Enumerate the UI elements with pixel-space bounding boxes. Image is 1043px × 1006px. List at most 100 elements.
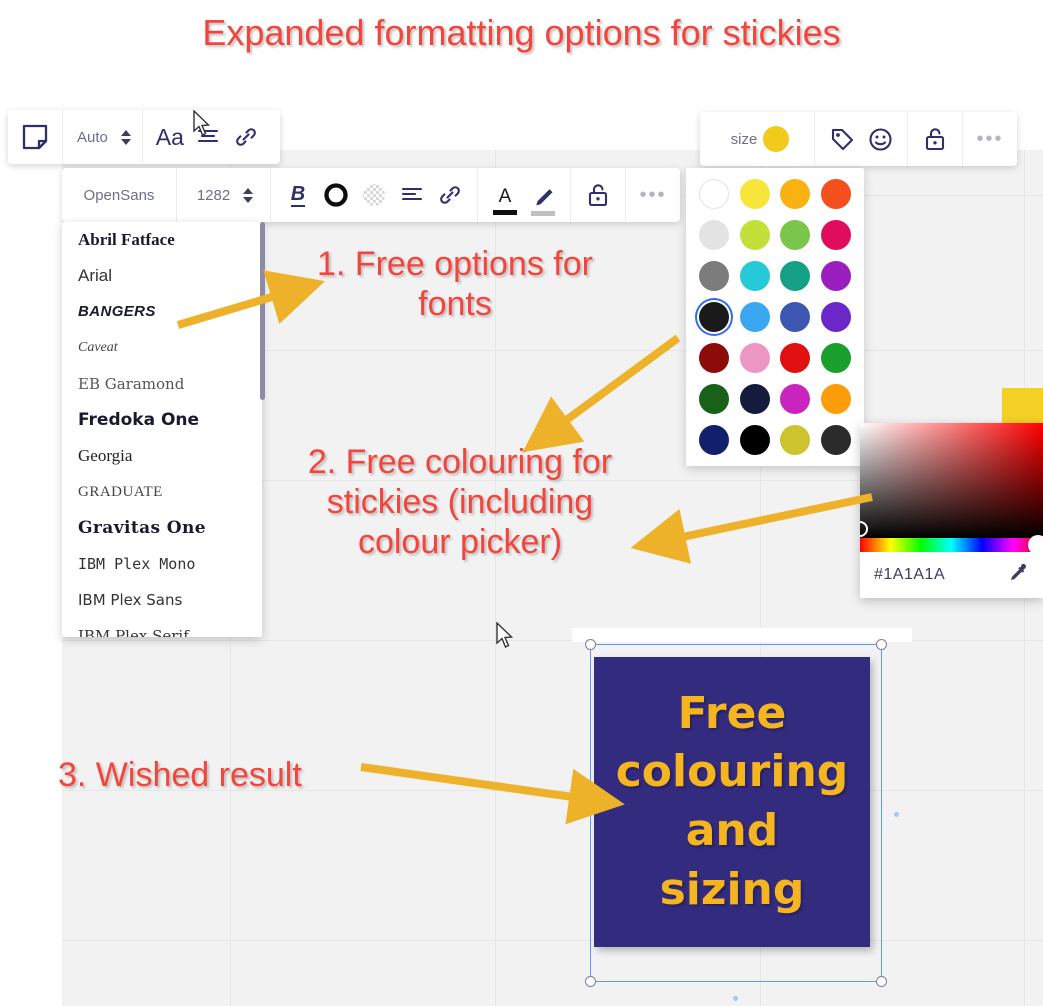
- color-swatch[interactable]: [820, 342, 851, 373]
- checkerboard-transparency-icon[interactable]: [355, 168, 393, 222]
- saturation-value-area[interactable]: [860, 423, 1043, 538]
- circle-outline-icon[interactable]: [317, 168, 355, 222]
- color-swatch[interactable]: [820, 383, 851, 414]
- shape-toolbar[interactable]: Auto Aa: [8, 110, 280, 164]
- color-swatch-cell[interactable]: [735, 419, 776, 460]
- color-swatch-cell[interactable]: [694, 337, 735, 378]
- lock-open-icon[interactable]: [579, 168, 617, 222]
- color-swatch[interactable]: [739, 261, 770, 292]
- color-swatch-cell[interactable]: [816, 297, 857, 338]
- color-swatch-cell[interactable]: [816, 419, 857, 460]
- color-swatch[interactable]: [780, 342, 811, 373]
- link-icon[interactable]: [431, 168, 469, 222]
- color-swatch-cell[interactable]: [816, 215, 857, 256]
- color-swatch[interactable]: [699, 383, 730, 414]
- color-swatch-cell[interactable]: [694, 419, 735, 460]
- color-swatch[interactable]: [820, 424, 851, 455]
- color-palette[interactable]: [686, 168, 864, 466]
- color-swatch[interactable]: [780, 424, 811, 455]
- tag-icon[interactable]: [823, 112, 861, 166]
- eyedropper-icon[interactable]: [1007, 562, 1029, 589]
- color-swatch-cell[interactable]: [735, 174, 776, 215]
- resize-handle-bottom-left[interactable]: [585, 976, 596, 987]
- auto-size-value[interactable]: Auto: [71, 129, 114, 146]
- color-swatch[interactable]: [699, 261, 730, 292]
- color-swatch-cell[interactable]: [735, 337, 776, 378]
- font-size-aa-icon[interactable]: Aa: [151, 110, 189, 164]
- sticky-note-icon[interactable]: [16, 110, 54, 164]
- hue-slider[interactable]: [860, 538, 1043, 552]
- sticky-size-label[interactable]: size: [725, 131, 764, 148]
- color-swatch[interactable]: [699, 342, 730, 373]
- result-sticky-note[interactable]: Free colouring and sizing: [594, 657, 870, 947]
- resize-handle-bottom-right[interactable]: [876, 976, 887, 987]
- bold-button[interactable]: B: [279, 168, 317, 222]
- anchor-dot-right[interactable]: [894, 812, 899, 817]
- color-swatch[interactable]: [780, 220, 811, 251]
- color-swatch[interactable]: [820, 179, 851, 210]
- color-swatch-cell[interactable]: [775, 337, 816, 378]
- color-swatch-cell[interactable]: [816, 256, 857, 297]
- color-swatch[interactable]: [780, 301, 811, 332]
- color-picker-popover[interactable]: #1A1A1A: [860, 423, 1043, 598]
- color-swatch[interactable]: [699, 179, 730, 210]
- color-swatch[interactable]: [739, 220, 770, 251]
- font-option[interactable]: IBM Plex Sans: [62, 582, 262, 618]
- more-options-icon[interactable]: •••: [634, 168, 672, 222]
- font-option[interactable]: IBM Plex Mono: [62, 546, 262, 582]
- resize-handle-top-left[interactable]: [585, 639, 596, 650]
- color-swatch[interactable]: [739, 383, 770, 414]
- color-swatch[interactable]: [820, 220, 851, 251]
- color-swatch-cell[interactable]: [694, 378, 735, 419]
- font-option[interactable]: Abril Fatface: [62, 222, 262, 258]
- color-swatch-cell[interactable]: [775, 215, 816, 256]
- color-swatch[interactable]: [739, 179, 770, 210]
- pencil-highlighter-icon[interactable]: [524, 168, 562, 222]
- color-swatch-cell[interactable]: [735, 256, 776, 297]
- color-swatch-cell[interactable]: [775, 256, 816, 297]
- size-stepper[interactable]: [118, 121, 134, 153]
- color-swatch[interactable]: [739, 424, 770, 455]
- lock-open-icon[interactable]: [916, 112, 954, 166]
- anchor-dot-bottom[interactable]: [733, 996, 738, 1001]
- color-swatch[interactable]: [820, 301, 851, 332]
- font-size-stepper[interactable]: [240, 179, 256, 211]
- color-swatch-cell[interactable]: [735, 297, 776, 338]
- color-swatch-cell[interactable]: [775, 419, 816, 460]
- font-option[interactable]: Georgia: [62, 438, 262, 474]
- font-size-value[interactable]: 1282: [191, 187, 236, 204]
- color-swatch-cell[interactable]: [694, 297, 735, 338]
- more-options-icon[interactable]: •••: [971, 112, 1009, 166]
- color-swatch-cell[interactable]: [775, 297, 816, 338]
- color-swatch-cell[interactable]: [816, 337, 857, 378]
- color-swatch-cell[interactable]: [735, 215, 776, 256]
- color-swatch[interactable]: [780, 179, 811, 210]
- color-swatch[interactable]: [739, 301, 770, 332]
- font-option[interactable]: Gravitas One: [62, 510, 262, 546]
- color-swatch[interactable]: [699, 220, 730, 251]
- color-swatch[interactable]: [699, 301, 730, 332]
- link-icon[interactable]: [227, 110, 265, 164]
- color-swatch-cell[interactable]: [694, 215, 735, 256]
- color-swatch-cell[interactable]: [775, 174, 816, 215]
- font-option[interactable]: EB Garamond: [62, 366, 262, 402]
- font-family-value[interactable]: OpenSans: [78, 187, 161, 204]
- sticky-color-swatch[interactable]: [763, 126, 790, 152]
- sticky-toolbar[interactable]: size •••: [700, 112, 1017, 166]
- color-swatch[interactable]: [739, 342, 770, 373]
- color-swatch[interactable]: [820, 261, 851, 292]
- text-color-button[interactable]: A: [486, 168, 524, 222]
- emoji-smiley-icon[interactable]: [861, 112, 899, 166]
- text-format-toolbar[interactable]: OpenSans 1282 B A •••: [62, 168, 680, 222]
- color-swatch[interactable]: [780, 383, 811, 414]
- color-swatch-cell[interactable]: [694, 256, 735, 297]
- align-left-icon[interactable]: [393, 168, 431, 222]
- font-option[interactable]: Fredoka One: [62, 402, 262, 438]
- color-swatch[interactable]: [699, 424, 730, 455]
- color-swatch-cell[interactable]: [775, 378, 816, 419]
- font-option[interactable]: IBM Plex Serif: [62, 618, 262, 637]
- resize-handle-top-right[interactable]: [876, 639, 887, 650]
- font-option[interactable]: GRADUATE: [62, 474, 262, 510]
- hex-value-field[interactable]: #1A1A1A: [874, 566, 945, 584]
- font-option[interactable]: Caveat: [62, 330, 262, 366]
